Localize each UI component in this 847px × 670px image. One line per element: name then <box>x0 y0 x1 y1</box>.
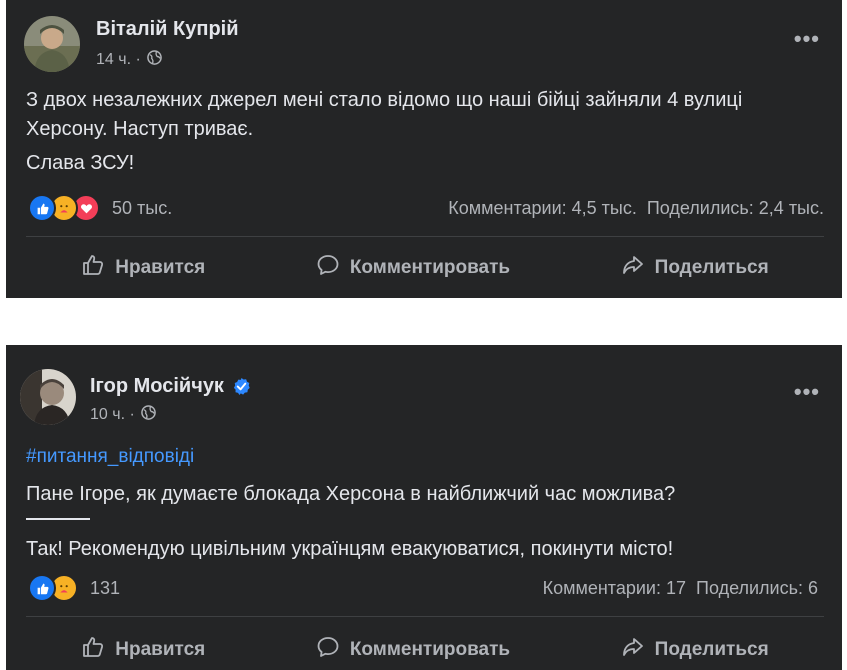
share-button[interactable]: Поделиться <box>621 253 769 283</box>
like-button[interactable]: Нравится <box>81 253 205 283</box>
shares-count[interactable]: Поделились: 2,4 тыс. <box>647 198 824 219</box>
author-name[interactable]: Ігор Мосійчук <box>90 375 251 398</box>
hashtag-link[interactable]: #питання_відповіді <box>26 442 824 471</box>
comment-label: Комментировать <box>349 639 511 660</box>
comment-icon <box>316 635 340 665</box>
verified-badge-icon <box>232 377 251 396</box>
author-name-label: Ігор Мосійчук <box>90 375 224 397</box>
comment-button[interactable]: Комментировать <box>316 635 510 665</box>
divider <box>26 616 824 617</box>
comment-label: Комментировать <box>349 257 511 278</box>
reaction-count: 131 <box>90 577 121 598</box>
post-body: З двох незалежних джерел мені стало відо… <box>26 89 743 140</box>
reactions-summary[interactable]: 131 <box>28 574 120 602</box>
post-meta: 14 ч. · <box>96 50 162 70</box>
text-divider <box>26 518 90 520</box>
post-card: Віталій Купрій 14 ч. · ••• З двох незале… <box>6 0 842 298</box>
reactions-summary[interactable]: 50 тыс. <box>28 194 172 222</box>
post-question: Пане Ігоре, як думаєте блокада Херсона в… <box>26 483 676 505</box>
share-label: Поделиться <box>654 639 769 660</box>
share-icon <box>621 253 645 283</box>
more-options-icon[interactable]: ••• <box>794 379 820 405</box>
like-icon <box>28 574 56 602</box>
thumbs-up-icon <box>81 635 105 665</box>
like-label: Нравится <box>115 257 206 278</box>
author-name[interactable]: Віталій Купрій <box>96 18 239 41</box>
avatar[interactable] <box>24 16 80 72</box>
post-stats: Комментарии: 4,5 тыс. Поделились: 2,4 ты… <box>448 198 824 219</box>
shares-count[interactable]: Поделились: 6 <box>696 578 818 599</box>
action-bar: Нравится Комментировать Поделиться <box>26 632 824 668</box>
comment-button[interactable]: Комментировать <box>316 253 510 283</box>
like-button[interactable]: Нравится <box>81 635 205 665</box>
post-meta: 10 ч. · <box>90 405 156 425</box>
share-label: Поделиться <box>654 257 769 278</box>
comments-count[interactable]: Комментарии: 4,5 тыс. <box>448 198 637 219</box>
globe-icon <box>146 50 162 70</box>
comments-count[interactable]: Комментарии: 17 <box>543 578 686 599</box>
thumbs-up-icon <box>81 253 105 283</box>
post-body-line: Слава ЗСУ! <box>26 152 135 174</box>
globe-icon <box>140 405 156 425</box>
more-options-icon[interactable]: ••• <box>794 26 820 52</box>
post-stats: Комментарии: 17 Поделились: 6 <box>543 578 818 599</box>
comment-icon <box>316 253 340 283</box>
avatar[interactable] <box>20 369 76 425</box>
divider <box>26 236 824 237</box>
post-card: Ігор Мосійчук 10 ч. · ••• #питання_відпо… <box>6 345 842 670</box>
post-time[interactable]: 14 ч. · <box>96 51 141 69</box>
reaction-count: 50 тыс. <box>112 197 173 218</box>
like-label: Нравится <box>115 639 206 660</box>
like-icon <box>28 194 56 222</box>
post-answer: Так! Рекомендую цивільним українцям евак… <box>26 538 674 560</box>
share-icon <box>621 635 645 665</box>
post-time[interactable]: 10 ч. · <box>90 406 135 424</box>
share-button[interactable]: Поделиться <box>621 635 769 665</box>
action-bar: Нравится Комментировать Поделиться <box>26 250 824 286</box>
